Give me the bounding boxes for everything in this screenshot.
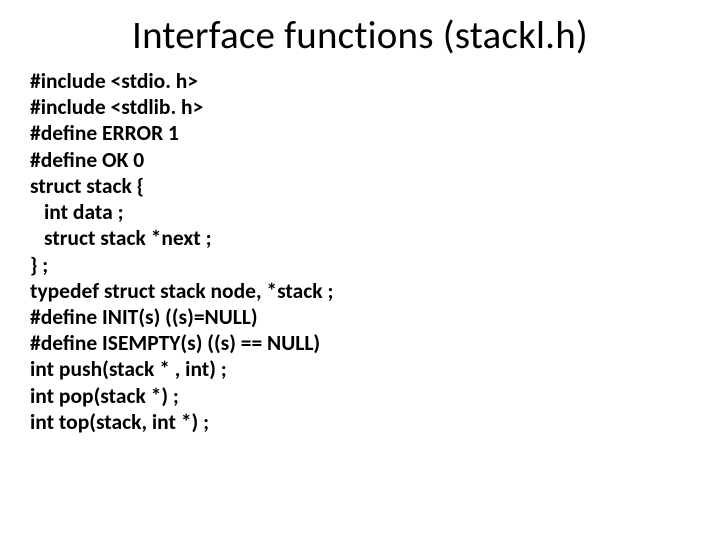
code-line: #define ISEMPTY(s) ((s) == NULL) xyxy=(30,330,333,356)
code-line: int data ; xyxy=(30,199,333,225)
code-line: int top(stack, int *) ; xyxy=(30,409,333,435)
code-line: struct stack { xyxy=(30,173,333,199)
code-line: int push(stack * , int) ; xyxy=(30,356,333,382)
code-line: struct stack *next ; xyxy=(30,225,333,251)
code-line: #define ERROR 1 xyxy=(30,120,333,146)
code-block: #include <stdio. h> #include <stdlib. h>… xyxy=(30,68,333,435)
code-line: #define OK 0 xyxy=(30,147,333,173)
slide: Interface functions (stackl.h) #include … xyxy=(0,0,720,540)
code-line: #include <stdlib. h> xyxy=(30,94,333,120)
code-line: int pop(stack *) ; xyxy=(30,383,333,409)
slide-title: Interface functions (stackl.h) xyxy=(0,12,720,59)
code-line: } ; xyxy=(30,252,333,278)
code-line: #include <stdio. h> xyxy=(30,68,333,94)
code-line: #define INIT(s) ((s)=NULL) xyxy=(30,304,333,330)
code-line: typedef struct stack node, *stack ; xyxy=(30,278,333,304)
